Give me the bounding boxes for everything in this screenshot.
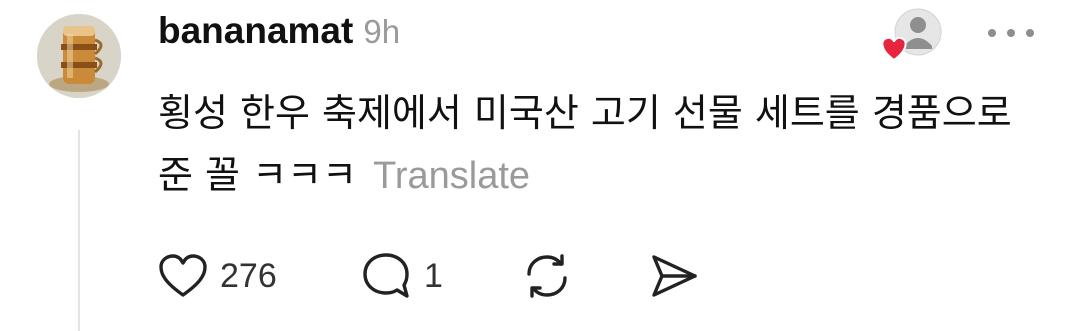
heart-icon — [159, 254, 207, 297]
avatar-image — [37, 14, 121, 98]
comment-bubble-icon — [363, 253, 409, 298]
like-button[interactable]: 276 — [158, 248, 277, 304]
like-count: 276 — [220, 256, 277, 295]
translate-link[interactable]: Translate — [373, 155, 530, 197]
thread-line — [78, 130, 80, 331]
post-body: 횡성 한우 축제에서 미국산 고기 선물 세트를 경품으로 준 꼴 ㅋㅋㅋ Tr… — [158, 82, 1038, 207]
share-button[interactable] — [648, 248, 700, 304]
more-dot — [988, 29, 996, 37]
follow-heart-person-icon — [881, 8, 942, 62]
more-dot — [1026, 29, 1034, 37]
post-text: 횡성 한우 축제에서 미국산 고기 선물 세트를 경품으로 준 꼴 ㅋㅋㅋ — [158, 91, 1012, 197]
reply-count: 1 — [424, 256, 443, 295]
avatar[interactable] — [37, 14, 121, 98]
follow-button[interactable] — [878, 6, 944, 64]
repost-icon — [527, 254, 567, 298]
more-options-button[interactable] — [988, 18, 1034, 48]
username[interactable]: bananamat — [158, 10, 353, 52]
repost-button[interactable] — [520, 248, 574, 304]
send-icon — [652, 255, 697, 297]
reply-button[interactable]: 1 — [360, 248, 443, 304]
post-header: bananamat 9h — [158, 10, 400, 60]
more-dot — [1007, 29, 1015, 37]
timestamp: 9h — [363, 13, 401, 50]
